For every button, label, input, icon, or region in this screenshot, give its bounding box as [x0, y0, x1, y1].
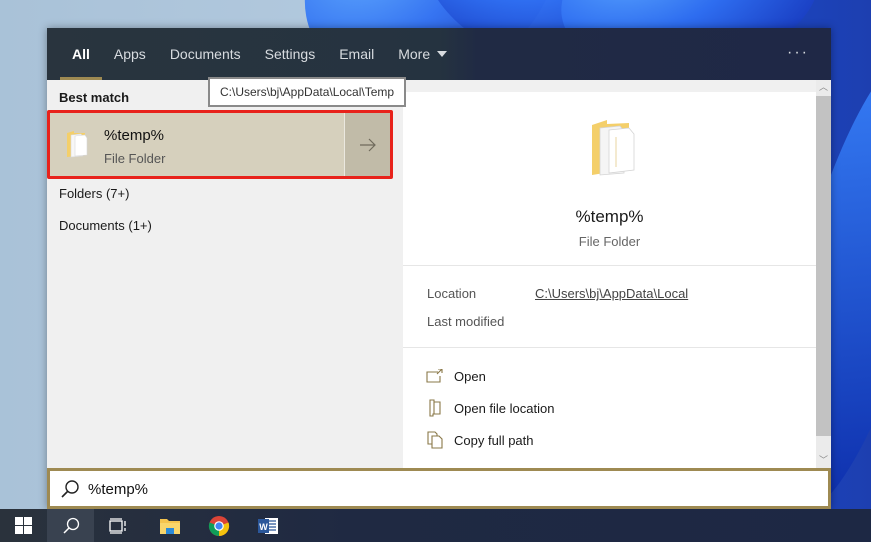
- arrow-right-icon: [359, 138, 376, 151]
- tab-label: All: [72, 46, 90, 62]
- path-tooltip: C:\Users\bj\AppData\Local\Temp: [208, 77, 407, 107]
- windows-icon: [15, 517, 32, 534]
- action-copy-full-path[interactable]: Copy full path: [425, 429, 534, 451]
- folder-large-icon: [592, 120, 635, 176]
- search-icon: [61, 480, 79, 498]
- last-modified-label: Last modified: [427, 314, 505, 329]
- tab-apps[interactable]: Apps: [102, 28, 158, 80]
- preview-header: %temp% File Folder: [403, 92, 816, 266]
- search-input[interactable]: [88, 477, 788, 501]
- tab-label: Settings: [264, 46, 316, 62]
- tab-all[interactable]: All: [60, 28, 102, 80]
- expand-details-button[interactable]: [344, 113, 390, 176]
- actions-section: Open Open file location Copy full path: [403, 348, 816, 468]
- tab-label: Documents: [169, 46, 241, 62]
- details-section: Location C:\Users\bj\AppData\Local Last …: [403, 266, 816, 348]
- best-match-item: %temp% File Folder: [47, 110, 393, 179]
- file-explorer-button[interactable]: [146, 509, 193, 542]
- action-open-file-location[interactable]: Open file location: [425, 397, 554, 419]
- group-folders[interactable]: Folders (7+): [59, 186, 129, 201]
- action-label: Open file location: [454, 400, 555, 416]
- preview-scrollbar[interactable]: ︿ ﹀: [816, 80, 831, 468]
- word-button[interactable]: W: [244, 509, 291, 542]
- start-button[interactable]: [0, 509, 47, 542]
- tab-settings[interactable]: Settings: [253, 28, 328, 80]
- task-view-icon: [108, 517, 126, 534]
- tab-email[interactable]: Email: [327, 28, 386, 80]
- scroll-up-icon[interactable]: ︿: [816, 80, 831, 95]
- scroll-thumb[interactable]: [816, 96, 831, 436]
- search-tabs-bar: All Apps Documents Settings Email More ·…: [47, 28, 831, 80]
- ellipsis-icon[interactable]: ···: [787, 44, 809, 62]
- chrome-button[interactable]: [195, 509, 242, 542]
- preview-pane: %temp% File Folder Location C:\Users\bj\…: [403, 80, 816, 468]
- file-location-icon: [425, 398, 445, 418]
- action-label: Open: [454, 368, 486, 384]
- action-open[interactable]: Open: [425, 365, 486, 387]
- tab-more[interactable]: More: [386, 28, 459, 80]
- preview-title: %temp%: [575, 207, 644, 226]
- copy-icon: [425, 430, 445, 450]
- search-box: [47, 468, 831, 509]
- search-icon: [62, 517, 79, 534]
- results-list: Best match %temp% File Folder Folders (7…: [47, 80, 403, 468]
- tab-label: Apps: [113, 46, 146, 62]
- chrome-icon: [208, 515, 229, 536]
- action-label: Copy full path: [454, 432, 534, 448]
- best-match-subtitle: File Folder: [104, 151, 166, 166]
- tab-label: Email: [339, 46, 375, 62]
- preview-card: %temp% File Folder Location C:\Users\bj\…: [403, 92, 816, 468]
- preview-subtitle: File Folder: [578, 234, 641, 249]
- best-match-title: %temp%: [104, 127, 165, 144]
- svg-text:W: W: [259, 522, 268, 532]
- scroll-down-icon[interactable]: ﹀: [816, 453, 831, 468]
- best-match-label: Best match: [59, 90, 130, 105]
- word-icon: W: [257, 517, 278, 534]
- location-link[interactable]: C:\Users\bj\AppData\Local: [535, 286, 688, 301]
- group-documents[interactable]: Documents (1+): [59, 218, 152, 233]
- taskbar-search-button[interactable]: [47, 509, 94, 542]
- caret-down-icon: [437, 51, 448, 57]
- search-window: All Apps Documents Settings Email More ·…: [47, 28, 831, 509]
- location-label: Location: [427, 286, 477, 301]
- folder-icon: [67, 131, 88, 158]
- file-explorer-icon: [159, 518, 180, 534]
- best-match-open[interactable]: %temp% File Folder: [50, 113, 343, 176]
- open-icon: [425, 366, 445, 386]
- task-view-button[interactable]: [94, 509, 141, 542]
- tab-label: More: [398, 46, 431, 62]
- tab-documents[interactable]: Documents: [158, 28, 253, 80]
- taskbar: W: [0, 509, 871, 542]
